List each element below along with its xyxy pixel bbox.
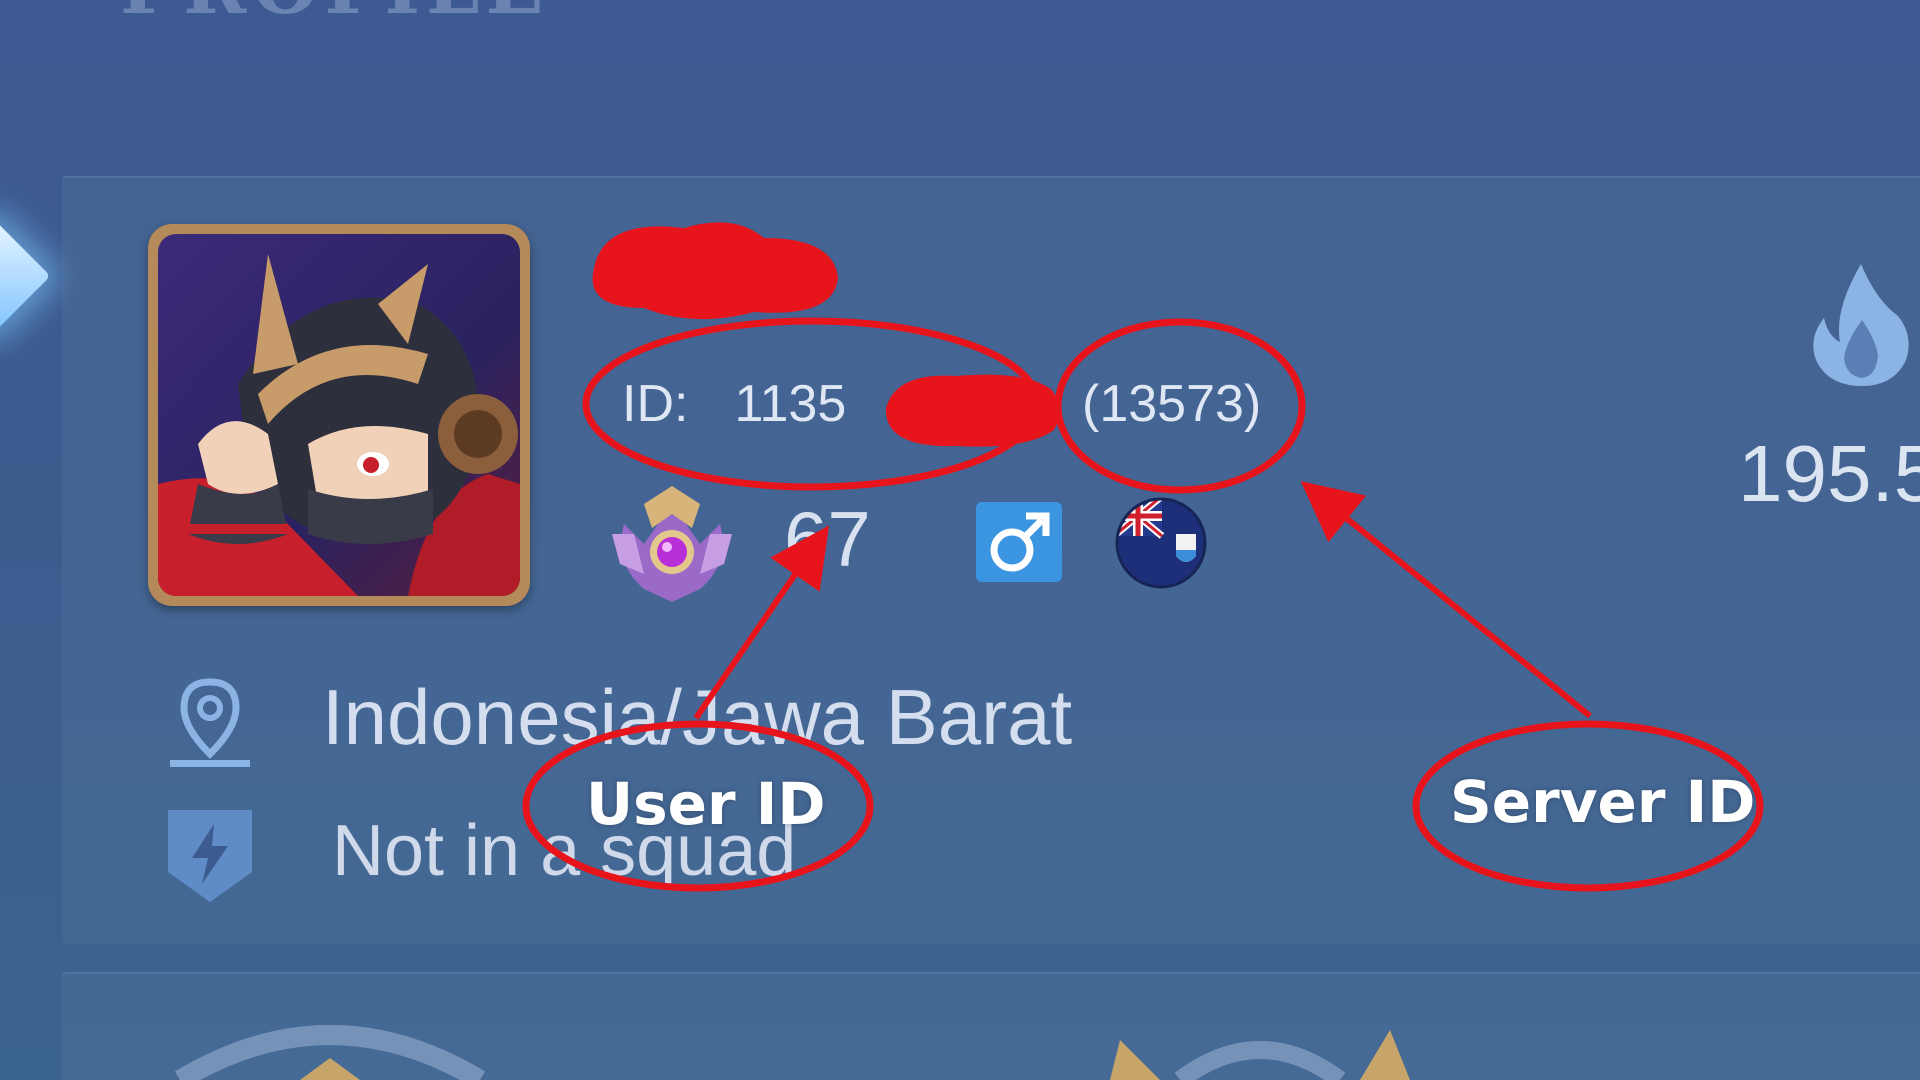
id-redaction-mark — [885, 374, 1060, 447]
hero-badge-icons — [174, 1025, 1410, 1080]
server-id-callout-label: Server ID — [1450, 768, 1756, 836]
player-id-row: ID: 1135 — [622, 374, 846, 434]
rank-emblem-icon — [612, 486, 732, 602]
male-symbol-icon — [976, 502, 1062, 582]
server-id-value: (13573) — [1082, 375, 1262, 433]
player-level: 67 — [784, 495, 871, 583]
user-id-callout-label: User ID — [586, 770, 826, 838]
flag-icon — [1115, 497, 1207, 589]
player-id-label: ID: — [622, 375, 689, 433]
player-avatar[interactable] — [148, 224, 530, 606]
map-pin-icon — [170, 678, 250, 767]
name-redaction-mark — [592, 222, 838, 320]
ninja-hero-portrait-icon — [158, 234, 520, 596]
fire-icon — [1813, 264, 1909, 386]
page-title: PROFILE — [120, 0, 549, 31]
popularity-value: 195.5 — [1738, 429, 1920, 518]
squad-shield-icon — [168, 810, 252, 902]
location-text: Indonesia/Jawa Barat — [322, 673, 1073, 761]
profile-screen: PROFILE — [0, 0, 1920, 1080]
player-id-value: 1135 — [734, 375, 847, 433]
back-arrow-glow-icon[interactable] — [0, 219, 51, 333]
